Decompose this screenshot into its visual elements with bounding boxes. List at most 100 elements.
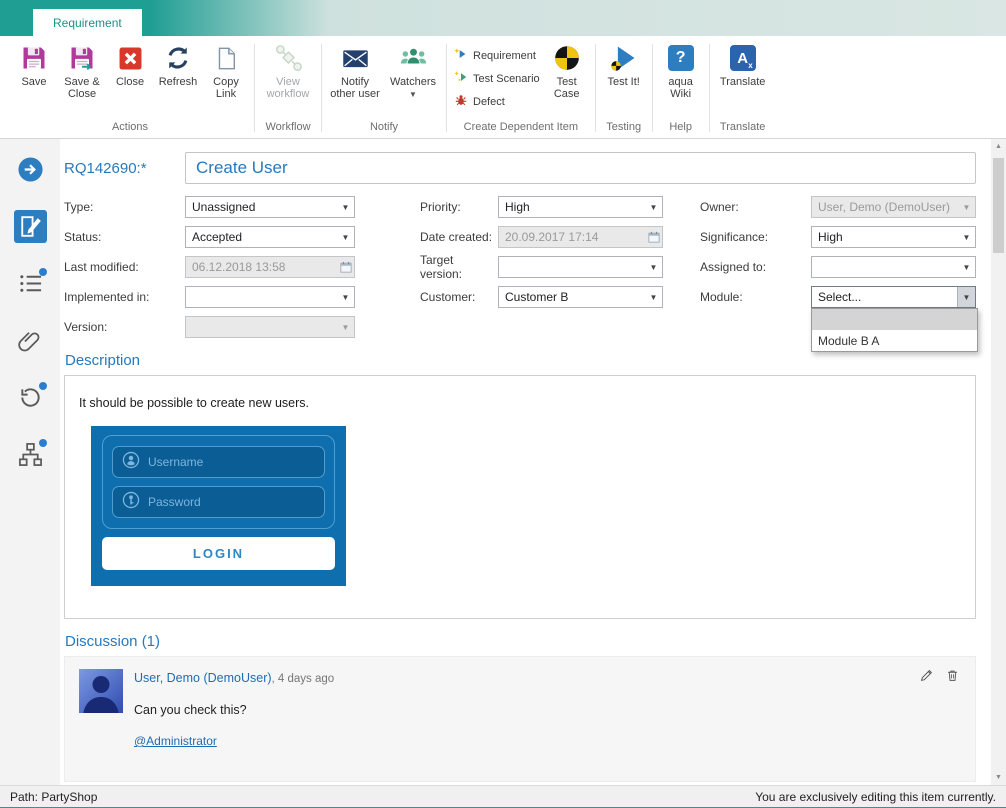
significance-select[interactable]: High ▼ bbox=[811, 226, 976, 248]
edit-view-icon bbox=[14, 210, 47, 248]
mention-link[interactable]: @Administrator bbox=[134, 734, 217, 748]
item-id: RQ142690:* bbox=[64, 160, 185, 177]
aqua-wiki-button[interactable]: ? aqua Wiki bbox=[658, 38, 704, 100]
chevron-down-icon: ▼ bbox=[337, 287, 354, 307]
create-test-case-button[interactable]: Test Case bbox=[544, 38, 590, 100]
ribbon-group-label: Help bbox=[667, 119, 694, 138]
comment-author[interactable]: User, Demo (DemoUser) bbox=[134, 671, 272, 685]
chevron-down-icon: ▼ bbox=[337, 227, 354, 247]
status-select[interactable]: Accepted ▼ bbox=[185, 226, 355, 248]
create-defect-button[interactable]: Defect bbox=[452, 92, 542, 111]
defect-icon bbox=[454, 93, 468, 110]
edit-comment-button[interactable] bbox=[920, 669, 933, 685]
vertical-scrollbar[interactable]: ▲ ▼ bbox=[991, 139, 1006, 785]
sidebar-item-attachments[interactable] bbox=[13, 326, 47, 360]
titlebar: Requirement bbox=[0, 0, 1006, 36]
create-requirement-button[interactable]: Requirement bbox=[452, 46, 542, 65]
target-version-label: Target version: bbox=[420, 253, 498, 281]
scroll-down-icon[interactable]: ▼ bbox=[991, 770, 1006, 785]
tab-requirement[interactable]: Requirement bbox=[33, 9, 142, 36]
type-label: Type: bbox=[64, 200, 185, 214]
customer-select[interactable]: Customer B ▼ bbox=[498, 286, 663, 308]
sidebar-item-edit-view[interactable] bbox=[13, 212, 47, 246]
item-title: Create User bbox=[196, 158, 288, 178]
title-row: RQ142690:* Create User bbox=[64, 152, 976, 184]
date-created-label: Date created: bbox=[420, 230, 498, 244]
version-select: ▼ bbox=[185, 316, 355, 338]
collapse-panel-button[interactable] bbox=[13, 155, 47, 189]
priority-select[interactable]: High ▼ bbox=[498, 196, 663, 218]
chevron-down-icon: ▼ bbox=[958, 257, 975, 277]
history-icon bbox=[18, 385, 43, 415]
refresh-button[interactable]: Refresh bbox=[155, 38, 201, 88]
ribbon-group-label: Create Dependent Item bbox=[462, 119, 580, 138]
details-list-icon bbox=[18, 271, 43, 301]
implemented-in-select[interactable]: ▼ bbox=[185, 286, 355, 308]
description-heading: Description bbox=[65, 352, 976, 369]
app-window: Requirement Save Save & Close bbox=[0, 0, 1006, 808]
avatar bbox=[79, 669, 123, 713]
calendar-icon bbox=[337, 257, 354, 277]
save-icon bbox=[20, 43, 48, 73]
owner-label: Owner: bbox=[700, 200, 811, 214]
module-dropdown: Module B A bbox=[811, 308, 978, 352]
create-test-scenario-button[interactable]: Test Scenario bbox=[452, 69, 542, 88]
comment-body: User, Demo (DemoUser), 4 days ago Can yo… bbox=[134, 669, 334, 769]
type-select[interactable]: Unassigned ▼ bbox=[185, 196, 355, 218]
translate-button[interactable]: Ax Translate bbox=[715, 38, 771, 88]
test-it-icon bbox=[610, 43, 638, 73]
sidebar-item-history[interactable] bbox=[13, 383, 47, 417]
save-button[interactable]: Save bbox=[11, 38, 57, 88]
sidebar bbox=[0, 139, 60, 785]
last-modified-field: 06.12.2018 13:58 bbox=[185, 256, 355, 278]
ribbon-group-label: Notify bbox=[368, 119, 400, 138]
scrollbar-thumb[interactable] bbox=[993, 158, 1004, 253]
ribbon-group-workflow: View workflow Workflow bbox=[255, 38, 321, 138]
watchers-button[interactable]: Watchers ▼ bbox=[385, 38, 441, 99]
comment-actions bbox=[920, 669, 959, 685]
properties-form: Type: Unassigned ▼ Priority: High ▼ Owne… bbox=[64, 196, 976, 338]
notification-dot bbox=[39, 439, 47, 447]
ribbon-group-actions: Save Save & Close Close bbox=[6, 38, 254, 138]
module-option-empty[interactable] bbox=[812, 309, 977, 330]
priority-label: Priority: bbox=[420, 200, 498, 214]
implemented-in-label: Implemented in: bbox=[64, 290, 185, 304]
ribbon-group-label: Translate bbox=[718, 119, 767, 138]
title-input[interactable]: Create User bbox=[185, 152, 976, 184]
target-version-select[interactable]: ▼ bbox=[498, 256, 663, 278]
sidebar-item-relations[interactable] bbox=[13, 440, 47, 474]
test-it-button[interactable]: Test It! bbox=[601, 38, 647, 88]
module-select[interactable]: Select... ▼ Module B A bbox=[811, 286, 976, 308]
delete-comment-button[interactable] bbox=[946, 669, 959, 685]
notify-other-user-button[interactable]: Notify other user bbox=[327, 38, 383, 100]
arrow-right-circle-icon bbox=[17, 156, 44, 188]
notify-envelope-icon bbox=[341, 43, 370, 73]
copy-link-button[interactable]: Copy Link bbox=[203, 38, 249, 100]
login-mockup-image: Username Password LOGIN bbox=[91, 426, 346, 586]
test-scenario-icon bbox=[454, 70, 468, 87]
save-and-close-button[interactable]: Save & Close bbox=[59, 38, 105, 100]
path-label: Path: PartyShop bbox=[10, 790, 97, 804]
chevron-down-icon: ▼ bbox=[409, 91, 417, 99]
editing-notice: You are exclusively editing this item cu… bbox=[755, 790, 996, 804]
close-button[interactable]: Close bbox=[107, 38, 153, 88]
ribbon-group-translate: Ax Translate Translate bbox=[710, 38, 776, 138]
chevron-down-icon: ▼ bbox=[958, 227, 975, 247]
chevron-down-icon: ▼ bbox=[645, 257, 662, 277]
discussion-heading: Discussion (1) bbox=[65, 633, 976, 650]
statusbar: Path: PartyShop You are exclusively edit… bbox=[0, 785, 1006, 807]
save-and-close-icon bbox=[68, 43, 96, 73]
module-option[interactable]: Module B A bbox=[812, 330, 977, 351]
assigned-to-select[interactable]: ▼ bbox=[811, 256, 976, 278]
mockup-username-field: Username bbox=[112, 446, 325, 478]
description-editor[interactable]: It should be possible to create new user… bbox=[64, 375, 976, 619]
last-modified-label: Last modified: bbox=[64, 260, 185, 274]
translate-icon: Ax bbox=[730, 43, 756, 73]
main-panel: RQ142690:* Create User Type: Unassigned … bbox=[60, 139, 991, 785]
notification-dot bbox=[39, 268, 47, 276]
scroll-up-icon[interactable]: ▲ bbox=[991, 139, 1006, 154]
notification-dot bbox=[39, 382, 47, 390]
sidebar-item-details[interactable] bbox=[13, 269, 47, 303]
trash-icon bbox=[946, 669, 959, 685]
scrollbar-track[interactable] bbox=[991, 154, 1006, 770]
